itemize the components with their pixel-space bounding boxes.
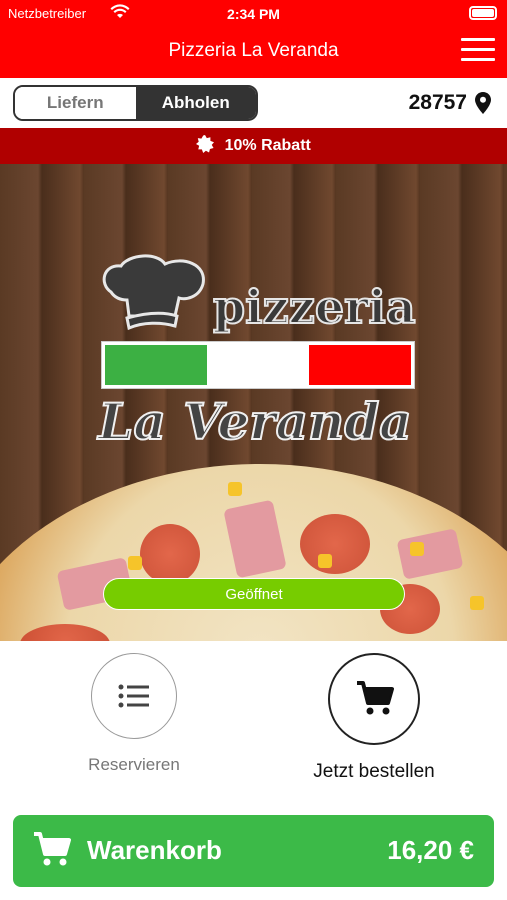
pizza-topping [128, 556, 142, 570]
location-pin-icon[interactable] [475, 92, 491, 114]
cart-icon [34, 832, 71, 866]
open-status-badge: Geöffnet [103, 578, 405, 610]
cart-icon [357, 681, 394, 715]
cart-label: Warenkorb [87, 835, 222, 865]
logo-word: pizzeria [212, 279, 417, 335]
order-mode-toggle: Liefern Abholen [13, 85, 258, 121]
chef-hat-icon [102, 254, 205, 330]
cart-total: 16,20 € [387, 835, 474, 865]
order-mode-bar: Liefern Abholen 28757 [0, 78, 507, 128]
pizza-topping [470, 596, 484, 610]
pizza-topping [318, 554, 332, 568]
discount-banner: 10% Rabatt [0, 128, 507, 164]
battery-icon [469, 6, 497, 20]
clock: 2:34 PM [227, 6, 280, 22]
top-navbar: Pizzeria La Veranda [0, 26, 507, 78]
pizza-topping [228, 482, 242, 496]
action-area: Reservieren Jetzt bestellen [0, 641, 507, 811]
pizza-topping [300, 514, 370, 574]
italian-flag [102, 342, 414, 388]
zip-code[interactable]: 28757 [409, 91, 467, 115]
discount-text: 10% Rabatt [224, 137, 311, 154]
tab-liefern[interactable]: Liefern [15, 87, 136, 119]
page-title: Pizzeria La Veranda [168, 40, 339, 61]
list-icon [118, 684, 149, 708]
reserve-button[interactable] [91, 653, 177, 739]
reserve-label[interactable]: Reservieren [60, 755, 208, 775]
pizza-topping [140, 524, 200, 584]
status-bar: Netzbetreiber 2:34 PM [0, 0, 507, 26]
tab-abholen[interactable]: Abholen [135, 87, 256, 119]
menu-icon[interactable] [461, 38, 495, 64]
order-now-button[interactable] [328, 653, 420, 745]
pizza-topping [410, 542, 424, 556]
cart-button[interactable]: Warenkorb 16,20 € [13, 815, 494, 887]
restaurant-logo: pizzeria La Veranda [95, 250, 417, 460]
order-now-label[interactable]: Jetzt bestellen [294, 761, 454, 783]
logo-name: La Veranda [97, 391, 412, 452]
badge-star-icon [196, 135, 215, 154]
